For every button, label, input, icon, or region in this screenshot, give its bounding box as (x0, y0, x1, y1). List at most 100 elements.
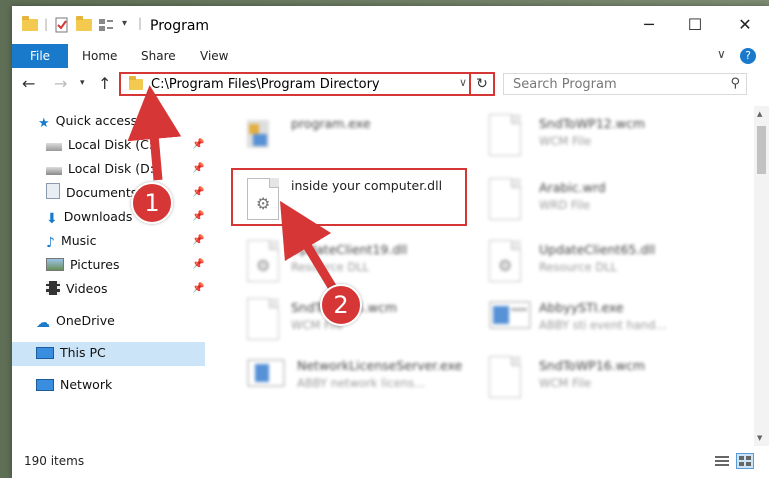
nav-label: Videos (66, 281, 108, 296)
close-button[interactable]: ✕ (722, 6, 768, 44)
up-arrow-icon[interactable]: ↑ (98, 74, 111, 93)
nav-label: Local Disk (C:) (68, 137, 158, 152)
document-icon (489, 356, 525, 400)
nav-label: OneDrive (56, 313, 115, 328)
ribbon-tabs: File Home Share View ∨ ? (12, 44, 769, 69)
tab-file[interactable]: File (12, 44, 68, 68)
new-folder-icon[interactable] (76, 16, 92, 31)
step-1-badge: 1 (131, 182, 173, 224)
file-type: WCM File (539, 376, 592, 390)
window-title: Program (150, 18, 210, 34)
file-name: SndToWP12.wcm (539, 116, 645, 131)
nav-label: Downloads (63, 209, 133, 224)
documents-icon (46, 183, 60, 199)
pin-icon[interactable]: 📌 (192, 163, 204, 174)
document-icon (489, 114, 525, 158)
file-name: UpdateClient65.dll (539, 242, 656, 257)
file-type: WRD File (539, 198, 591, 212)
tab-home[interactable]: Home (82, 44, 117, 68)
nav-this-pc[interactable]: This PC (36, 342, 106, 364)
nav-label: Network (60, 377, 113, 392)
recent-locations-chevron-icon[interactable]: ▾ (80, 78, 85, 88)
highlight-box-file (231, 168, 467, 226)
status-bar: 190 items (12, 446, 769, 478)
folder-icon (22, 16, 38, 31)
pin-icon[interactable]: 📌 (192, 235, 204, 246)
file-type: Resource DLL (539, 260, 618, 274)
customize-toolbar-chevron-icon[interactable]: ▾ (122, 18, 127, 29)
dll-gear-icon: ⚙ (489, 240, 525, 284)
network-icon (36, 379, 54, 391)
separator: | (138, 16, 143, 30)
file-type: WCM File (539, 134, 592, 148)
address-bar[interactable]: C:\Program Files\Program Directory ∨ ↻ (119, 72, 495, 96)
star-icon: ★ (38, 116, 50, 131)
maximize-button[interactable]: ☐ (672, 6, 718, 44)
film-icon (46, 281, 60, 295)
nav-label: Quick access (55, 113, 138, 128)
explorer-window: | ▾ | Program ─ ☐ ✕ File Home Share View… (12, 6, 769, 478)
search-input[interactable]: Search Program ⚲ (503, 73, 747, 95)
file-name: SndToWP16.wcm (539, 358, 645, 373)
pin-icon[interactable]: 📌 (192, 211, 204, 222)
details-view-icon[interactable] (714, 454, 730, 471)
large-icons-view-icon[interactable] (736, 453, 754, 469)
nav-label: This PC (60, 345, 106, 360)
address-path[interactable]: C:\Program Files\Program Directory (151, 77, 380, 92)
file-name: UpdateClient19.dll (291, 242, 408, 257)
file-type: Resource DLL (291, 260, 370, 274)
nav-label: Pictures (70, 257, 120, 272)
nav-quick-access[interactable]: ★ Quick access (38, 110, 137, 132)
expand-ribbon-icon[interactable]: ∨ (717, 47, 726, 61)
navigation-pane: ★ Quick access Local Disk (C:) Local Disk… (12, 106, 205, 446)
step-2-badge: 2 (320, 284, 362, 326)
nav-item-pictures[interactable]: Pictures (46, 254, 120, 276)
computer-icon (36, 347, 54, 359)
pin-icon[interactable]: 📌 (192, 187, 204, 198)
dll-gear-icon: ⚙ (247, 240, 283, 284)
folder-icon (129, 76, 143, 90)
back-arrow-icon[interactable]: ← (22, 74, 35, 93)
music-note-icon: ♪ (46, 235, 55, 251)
nav-item-local-disk-c[interactable]: Local Disk (C:) (46, 134, 158, 156)
exe-icon (489, 298, 531, 342)
file-list: program.exe SndToWP12.wcm WCM File ⚙ ins… (217, 106, 742, 446)
scroll-up-arrow-icon[interactable]: ▲ (757, 110, 762, 118)
search-placeholder: Search Program (513, 77, 617, 92)
nav-label: Music (60, 233, 97, 248)
pin-icon[interactable]: 📌 (192, 259, 204, 270)
nav-item-local-disk-d[interactable]: Local Disk (D:) (46, 158, 159, 180)
document-icon (247, 298, 283, 342)
scroll-down-arrow-icon[interactable]: ▼ (757, 434, 762, 442)
nav-item-music[interactable]: ♪ Music (46, 230, 97, 252)
scrollbar-thumb[interactable] (757, 126, 766, 174)
cloud-icon: ☁ (36, 315, 50, 331)
nav-item-videos[interactable]: Videos (46, 278, 108, 300)
address-row: ← → ▾ ↑ C:\Program Files\Program Directo… (12, 68, 769, 100)
refresh-icon[interactable]: ↻ (469, 74, 493, 94)
drive-icon (46, 167, 62, 175)
address-dropdown-chevron-icon[interactable]: ∨ (459, 76, 467, 89)
file-name: Arabic.wrd (539, 180, 606, 195)
properties-icon[interactable] (54, 17, 70, 36)
file-type: ABBY network licens... (297, 376, 426, 390)
pin-icon[interactable]: 📌 (192, 139, 204, 150)
minimize-button[interactable]: ─ (626, 6, 672, 44)
pin-icon[interactable]: 📌 (192, 283, 204, 294)
separator: | (44, 17, 49, 31)
nav-network[interactable]: Network (36, 374, 112, 396)
quick-access-toolbar-icon[interactable] (98, 17, 118, 36)
forward-arrow-icon[interactable]: → (54, 74, 67, 93)
document-icon (489, 178, 525, 222)
search-icon[interactable]: ⚲ (730, 76, 740, 91)
help-icon[interactable]: ? (740, 48, 756, 64)
exe-icon (247, 356, 285, 400)
nav-onedrive[interactable]: ☁ OneDrive (36, 310, 115, 332)
file-name: program.exe (291, 116, 371, 131)
vertical-scrollbar[interactable]: ▲ ▼ (754, 106, 769, 446)
tab-view[interactable]: View (200, 44, 228, 68)
nav-label: Documents (66, 185, 138, 200)
tab-share[interactable]: Share (141, 44, 176, 68)
nav-item-documents[interactable]: Documents (46, 182, 137, 204)
nav-item-downloads[interactable]: ⬇ Downloads (46, 206, 132, 228)
